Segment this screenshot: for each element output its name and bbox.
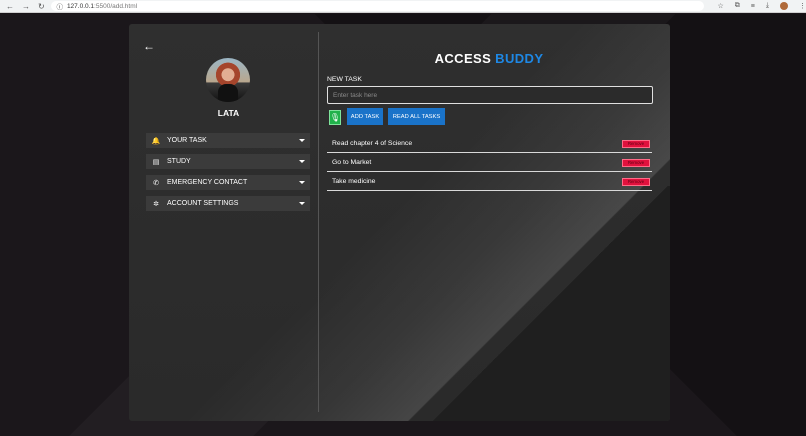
read-all-tasks-button[interactable]: READ ALL TASKS	[388, 108, 445, 125]
gear-icon: ✲	[153, 200, 159, 208]
reload-icon[interactable]: ↻	[38, 2, 45, 11]
column-divider	[318, 32, 319, 412]
browser-nav: ← → ↻	[0, 2, 51, 11]
browser-tools: ☆ ⧉ ≡ ⤓ ⋮	[718, 2, 806, 10]
task-text: Go to Market	[332, 159, 372, 166]
mic-button[interactable]: 🎙	[329, 110, 341, 125]
title-part-buddy: BUDDY	[495, 51, 544, 66]
menu-item-account-settings[interactable]: ✲ ACCOUNT SETTINGS	[146, 196, 310, 211]
menu-item-label: YOUR TASK	[167, 137, 207, 144]
star-icon[interactable]: ☆	[718, 2, 724, 10]
url-host: 127.0.0.1	[66, 2, 95, 10]
app-panel: ← LATA 🔔 YOUR TASK ▤ STUDY ✆ EMERGENCY C…	[129, 24, 670, 421]
browser-toolbar: ← → ↻ ⓘ 127.0.0.1:5500/add.html ☆ ⧉ ≡ ⤓ …	[0, 0, 806, 13]
profile-avatar	[206, 58, 250, 102]
menu-item-emergency-contact[interactable]: ✆ EMERGENCY CONTACT	[146, 175, 310, 190]
forward-arrow-icon[interactable]: →	[22, 2, 30, 11]
site-info-icon[interactable]: ⓘ	[56, 1, 63, 11]
app-title: ACCESS BUDDY	[327, 51, 651, 66]
download-icon[interactable]: ⤓	[766, 2, 769, 10]
translate-icon[interactable]: ≡	[751, 3, 755, 10]
menu-item-label: ACCOUNT SETTINGS	[167, 200, 239, 207]
remove-button[interactable]: Remove	[622, 139, 650, 148]
task-text: Take medicine	[332, 178, 376, 185]
back-arrow-icon[interactable]: ←	[6, 2, 14, 11]
menu-item-your-task[interactable]: 🔔 YOUR TASK	[146, 133, 310, 148]
remove-button[interactable]: Remove	[622, 177, 650, 186]
address-bar[interactable]: ⓘ 127.0.0.1:5500/add.html	[51, 1, 704, 11]
back-arrow-button[interactable]: ←	[143, 39, 157, 53]
profile-name: LATA	[217, 108, 240, 118]
menu-item-label: EMERGENCY CONTACT	[167, 179, 248, 186]
task-row: Take medicine Remove	[327, 173, 652, 191]
extensions-icon[interactable]: ⧉	[735, 2, 740, 10]
caret-down-icon	[299, 139, 305, 142]
sidebar-menu: 🔔 YOUR TASK ▤ STUDY ✆ EMERGENCY CONTACT …	[146, 133, 310, 217]
caret-down-icon	[299, 202, 305, 205]
browser-profile-avatar[interactable]	[780, 2, 788, 10]
caret-down-icon	[299, 181, 305, 184]
task-input[interactable]	[327, 86, 653, 104]
url-path: :5500/add.html	[94, 2, 138, 10]
new-task-label: NEW TASK	[327, 76, 362, 83]
book-icon: ▤	[152, 158, 160, 166]
add-task-button[interactable]: ADD TASK	[347, 108, 383, 125]
microphone-icon: 🎙	[329, 113, 341, 122]
caret-down-icon	[299, 160, 305, 163]
task-text: Read chapter 4 of Science	[332, 140, 413, 147]
more-menu-icon[interactable]: ⋮	[799, 2, 806, 10]
task-list: Read chapter 4 of Science Remove Go to M…	[327, 135, 652, 192]
phone-icon: ✆	[153, 179, 159, 187]
remove-button[interactable]: Remove	[622, 158, 650, 167]
bell-icon: 🔔	[151, 137, 161, 145]
title-part-access: ACCESS	[434, 51, 492, 66]
task-row: Go to Market Remove	[327, 154, 652, 172]
menu-item-label: STUDY	[167, 158, 191, 165]
menu-item-study[interactable]: ▤ STUDY	[146, 154, 310, 169]
task-row: Read chapter 4 of Science Remove	[327, 135, 652, 153]
